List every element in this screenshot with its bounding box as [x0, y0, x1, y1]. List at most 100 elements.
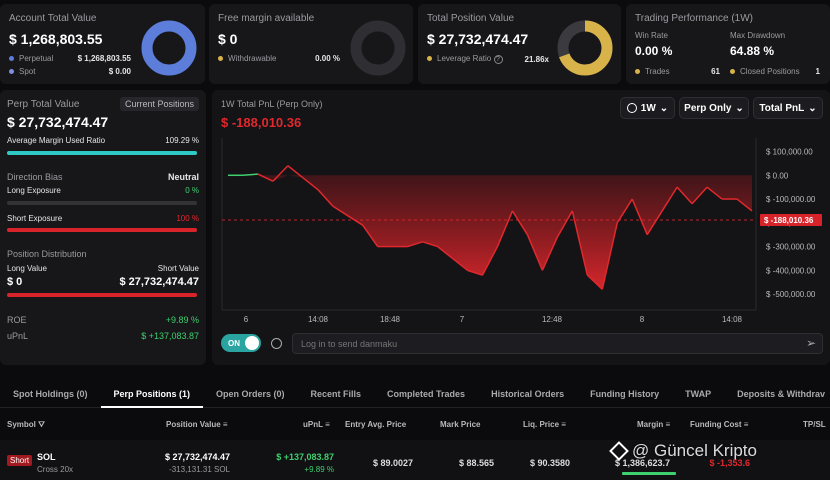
row-symbol[interactable]: SOL — [37, 452, 56, 462]
long-value-label: Long Value — [7, 264, 47, 273]
trades-label: Trades — [645, 67, 670, 76]
trades-row: Trades 61 — [635, 67, 720, 76]
spot-value: $ 0.00 — [108, 67, 131, 76]
margin-bar — [622, 472, 676, 475]
direction-label: Direction Bias — [7, 172, 63, 182]
x-tick-label: 14:08 — [308, 315, 329, 324]
perp-total-value: $ 27,732,474.47 — [7, 114, 109, 130]
y-tick-label: $ -400,000.00 — [766, 266, 816, 275]
pnl-chart-panel: 1W Total PnL (Perp Only) $ -188,010.36 1… — [212, 90, 830, 365]
win-rate-value: 0.00 % — [635, 44, 673, 58]
row-upnl-pct: +9.89 % — [304, 465, 334, 474]
th-margin[interactable]: Margin ≡ — [637, 420, 670, 429]
diamond-logo-icon — [609, 441, 629, 461]
sort-icon: ≡ — [222, 420, 228, 429]
short-exposure-row: Short Exposure 100 % — [7, 214, 199, 223]
filter-select[interactable]: Perp Only ⌄ — [679, 97, 749, 119]
danmaku-input[interactable] — [292, 333, 823, 354]
chevron-down-icon: ⌄ — [735, 102, 744, 114]
margin-ratio-fill — [7, 151, 197, 155]
perpetual-value: $ 1,268,803.55 — [77, 54, 131, 63]
th-liq[interactable]: Liq. Price ≡ — [523, 420, 566, 429]
closed-row: Closed Positions 1 — [730, 67, 820, 76]
tab-completed-trades[interactable]: Completed Trades — [374, 378, 478, 408]
roe-label: ROE — [7, 315, 27, 325]
distribution-label: Position Distribution — [7, 249, 87, 259]
perp-total-title: Perp Total Value — [7, 99, 80, 110]
long-exposure-value: 0 % — [185, 186, 199, 195]
row-upnl: $ +137,083.87 — [276, 452, 334, 462]
trades-dot — [635, 69, 640, 75]
settings-icon[interactable] — [271, 338, 282, 349]
x-tick-label: 8 — [640, 315, 645, 324]
tab-historical-orders[interactable]: Historical Orders — [478, 378, 577, 408]
closed-dot — [730, 69, 735, 75]
long-value: $ 0 — [7, 276, 23, 288]
timeframe-select[interactable]: 1W ⌄ — [620, 97, 675, 119]
tab-deposits-withdrav[interactable]: Deposits & Withdrav — [724, 378, 830, 408]
long-exposure-label: Long Exposure — [7, 186, 61, 195]
sort-icon: ≡ — [325, 420, 330, 429]
danmaku-toggle[interactable]: ON — [221, 334, 261, 352]
short-exposure-value: 100 % — [176, 214, 199, 223]
short-exposure-track — [7, 228, 197, 232]
tab-open-orders-0[interactable]: Open Orders (0) — [203, 378, 298, 408]
drawdown-value: 64.88 % — [730, 44, 775, 58]
roe-row: ROE +9.89 % — [7, 315, 199, 325]
th-funding[interactable]: Funding Cost ≡ — [690, 420, 748, 429]
account-donut — [141, 20, 197, 76]
margin-ratio-label: Average Margin Used Ratio — [7, 136, 106, 145]
th-upnl[interactable]: uPnL ≡ — [303, 420, 330, 429]
tab-funding-history[interactable]: Funding History — [577, 378, 672, 408]
x-tick-label: 14:08 — [722, 315, 743, 324]
row-position-value: $ 27,732,474.47 — [164, 452, 230, 462]
th-mark: Mark Price — [440, 420, 481, 429]
chart-title: 1W Total PnL (Perp Only) — [221, 99, 323, 109]
send-icon[interactable]: ➢ — [806, 336, 816, 350]
leverage-row: Leverage Ratio ? 21.86x — [427, 54, 549, 64]
roe-value: +9.89 % — [165, 315, 199, 325]
tab-perp-positions-1[interactable]: Perp Positions (1) — [100, 378, 204, 408]
pnl-chart[interactable]: $ 100,000.00$ 0.00$ -100,000.00$ -200,00… — [212, 138, 830, 328]
short-value: $ 27,732,474.47 — [119, 276, 199, 288]
total-position-value: $ 27,732,474.47 — [427, 31, 529, 47]
margin-ratio-track — [7, 151, 197, 155]
pnl-line-segment — [242, 173, 259, 177]
y-tick-label: $ -300,000.00 — [766, 243, 816, 252]
short-value-label: Short Value — [157, 264, 199, 273]
spot-dot — [9, 69, 14, 75]
th-position-value[interactable]: Position Value ≡ — [166, 420, 228, 429]
position-donut — [557, 20, 613, 76]
filter-icon[interactable]: ⛛ — [38, 420, 45, 429]
free-margin-title: Free margin available — [218, 13, 315, 24]
tab-spot-holdings-0[interactable]: Spot Holdings (0) — [0, 378, 101, 408]
row-mark: $ 88.565 — [458, 458, 494, 468]
metric-value: Total PnL — [759, 102, 805, 114]
short-exposure-fill — [7, 228, 197, 232]
values-row: $ 0 $ 27,732,474.47 — [7, 276, 199, 288]
current-positions-button[interactable]: Current Positions — [119, 97, 199, 111]
help-icon[interactable]: ? — [493, 55, 503, 64]
long-exposure-row: Long Exposure 0 % — [7, 186, 199, 195]
margin-donut — [350, 20, 406, 76]
leverage-dot — [427, 56, 432, 62]
account-total-card: Account Total Value $ 1,268,803.55 Perpe… — [0, 4, 205, 84]
row-entry: $ 89.0027 — [372, 458, 413, 468]
win-rate-label: Win Rate — [635, 31, 668, 40]
withdrawable-row: Withdrawable 0.00 % — [218, 54, 340, 63]
perpetual-dot — [9, 56, 14, 62]
filter-value: Perp Only — [684, 102, 732, 114]
x-tick-label: 18:48 — [380, 315, 401, 324]
tab-twap[interactable]: TWAP — [672, 378, 724, 408]
direction-value: Neutral — [167, 172, 199, 182]
spot-label: Spot — [19, 67, 36, 76]
direction-row: Direction Bias Neutral — [7, 172, 199, 182]
tab-recent-fills[interactable]: Recent Fills — [298, 378, 375, 408]
total-position-card: Total Position Value $ 27,732,474.47 Lev… — [418, 4, 621, 84]
trading-performance-card: Trading Performance (1W) Win Rate 0.00 %… — [626, 4, 830, 84]
metric-select[interactable]: Total PnL ⌄ — [753, 97, 823, 119]
current-value-label: $ -188,010.36 — [764, 216, 814, 225]
free-margin-card: Free margin available $ 0 Withdrawable 0… — [209, 4, 413, 84]
row-mode: Cross 20x — [37, 465, 74, 474]
th-symbol[interactable]: Symbol ⛛ — [7, 420, 45, 430]
